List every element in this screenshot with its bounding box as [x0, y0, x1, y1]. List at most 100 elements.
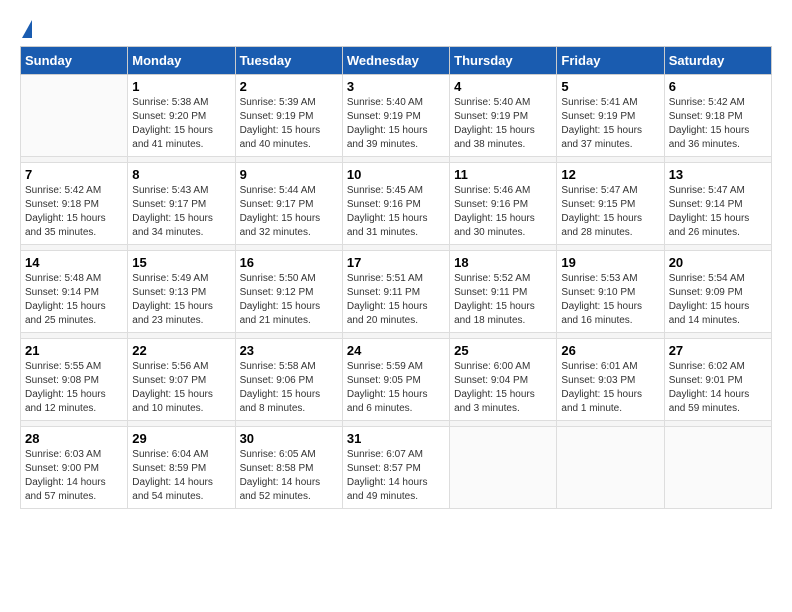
column-header-monday: Monday	[128, 47, 235, 75]
calendar-week-row: 14Sunrise: 5:48 AM Sunset: 9:14 PM Dayli…	[21, 251, 772, 333]
day-info: Sunrise: 6:00 AM Sunset: 9:04 PM Dayligh…	[454, 360, 552, 416]
day-info: Sunrise: 6:03 AM Sunset: 9:00 PM Dayligh…	[25, 448, 123, 504]
day-number: 4	[454, 79, 552, 94]
calendar-day-cell: 3 Sunrise: 5:40 AM Sunset: 9:19 PM Daylig…	[342, 75, 449, 157]
day-info: Sunrise: 5:40 AM Sunset: 9:19 PM Dayligh…	[454, 96, 552, 152]
calendar-day-cell: 4 Sunrise: 5:40 AM Sunset: 9:19 PM Daylig…	[450, 75, 557, 157]
calendar-table: SundayMondayTuesdayWednesdayThursdayFrid…	[20, 46, 772, 509]
calendar-day-cell: 11 Sunrise: 5:46 AM Sunset: 9:16 PM Dayli…	[450, 163, 557, 245]
calendar-day-cell: 7 Sunrise: 5:42 AM Sunset: 9:18 PM Daylig…	[21, 163, 128, 245]
column-header-tuesday: Tuesday	[235, 47, 342, 75]
day-number: 10	[347, 167, 445, 182]
logo-icon	[22, 20, 32, 38]
day-info: Sunrise: 5:55 AM Sunset: 9:08 PM Dayligh…	[25, 360, 123, 416]
calendar-day-cell: 2 Sunrise: 5:39 AM Sunset: 9:19 PM Daylig…	[235, 75, 342, 157]
day-info: Sunrise: 5:47 AM Sunset: 9:14 PM Dayligh…	[669, 184, 767, 240]
day-info: Sunrise: 6:04 AM Sunset: 8:59 PM Dayligh…	[132, 448, 230, 504]
calendar-day-cell: 13 Sunrise: 5:47 AM Sunset: 9:14 PM Dayli…	[664, 163, 771, 245]
calendar-day-cell: 29 Sunrise: 6:04 AM Sunset: 8:59 PM Dayli…	[128, 427, 235, 509]
day-number: 30	[240, 431, 338, 446]
calendar-day-cell: 22 Sunrise: 5:56 AM Sunset: 9:07 PM Dayli…	[128, 339, 235, 421]
calendar-day-cell: 6 Sunrise: 5:42 AM Sunset: 9:18 PM Daylig…	[664, 75, 771, 157]
calendar-day-cell: 17 Sunrise: 5:51 AM Sunset: 9:11 PM Dayli…	[342, 251, 449, 333]
day-number: 1	[132, 79, 230, 94]
calendar-day-cell: 30 Sunrise: 6:05 AM Sunset: 8:58 PM Dayli…	[235, 427, 342, 509]
day-number: 18	[454, 255, 552, 270]
calendar-day-cell: 16Sunrise: 5:50 AM Sunset: 9:12 PM Dayli…	[235, 251, 342, 333]
day-info: Sunrise: 5:56 AM Sunset: 9:07 PM Dayligh…	[132, 360, 230, 416]
day-info: Sunrise: 5:59 AM Sunset: 9:05 PM Dayligh…	[347, 360, 445, 416]
day-info: Sunrise: 5:42 AM Sunset: 9:18 PM Dayligh…	[669, 96, 767, 152]
calendar-day-cell: 26 Sunrise: 6:01 AM Sunset: 9:03 PM Dayli…	[557, 339, 664, 421]
calendar-day-cell	[664, 427, 771, 509]
calendar-day-cell: 23 Sunrise: 5:58 AM Sunset: 9:06 PM Dayli…	[235, 339, 342, 421]
day-number: 8	[132, 167, 230, 182]
day-number: 17	[347, 255, 445, 270]
day-info: Sunrise: 5:39 AM Sunset: 9:19 PM Dayligh…	[240, 96, 338, 152]
day-info: Sunrise: 5:53 AM Sunset: 9:10 PM Dayligh…	[561, 272, 659, 328]
day-info: Sunrise: 6:07 AM Sunset: 8:57 PM Dayligh…	[347, 448, 445, 504]
calendar-week-row: 28Sunrise: 6:03 AM Sunset: 9:00 PM Dayli…	[21, 427, 772, 509]
day-info: Sunrise: 5:46 AM Sunset: 9:16 PM Dayligh…	[454, 184, 552, 240]
day-number: 31	[347, 431, 445, 446]
day-info: Sunrise: 5:44 AM Sunset: 9:17 PM Dayligh…	[240, 184, 338, 240]
day-info: Sunrise: 5:43 AM Sunset: 9:17 PM Dayligh…	[132, 184, 230, 240]
column-header-saturday: Saturday	[664, 47, 771, 75]
day-number: 24	[347, 343, 445, 358]
day-number: 5	[561, 79, 659, 94]
day-number: 13	[669, 167, 767, 182]
day-number: 26	[561, 343, 659, 358]
day-number: 6	[669, 79, 767, 94]
day-number: 22	[132, 343, 230, 358]
day-info: Sunrise: 5:45 AM Sunset: 9:16 PM Dayligh…	[347, 184, 445, 240]
logo	[20, 20, 32, 36]
day-info: Sunrise: 5:58 AM Sunset: 9:06 PM Dayligh…	[240, 360, 338, 416]
day-info: Sunrise: 5:51 AM Sunset: 9:11 PM Dayligh…	[347, 272, 445, 328]
calendar-week-row: 21 Sunrise: 5:55 AM Sunset: 9:08 PM Dayli…	[21, 339, 772, 421]
day-info: Sunrise: 6:01 AM Sunset: 9:03 PM Dayligh…	[561, 360, 659, 416]
calendar-day-cell	[21, 75, 128, 157]
calendar-day-cell: 10 Sunrise: 5:45 AM Sunset: 9:16 PM Dayli…	[342, 163, 449, 245]
calendar-day-cell: 5 Sunrise: 5:41 AM Sunset: 9:19 PM Daylig…	[557, 75, 664, 157]
calendar-day-cell	[450, 427, 557, 509]
day-number: 19	[561, 255, 659, 270]
day-info: Sunrise: 5:54 AM Sunset: 9:09 PM Dayligh…	[669, 272, 767, 328]
day-number: 11	[454, 167, 552, 182]
calendar-day-cell: 28Sunrise: 6:03 AM Sunset: 9:00 PM Dayli…	[21, 427, 128, 509]
day-number: 16	[240, 255, 338, 270]
day-info: Sunrise: 5:38 AM Sunset: 9:20 PM Dayligh…	[132, 96, 230, 152]
calendar-day-cell: 19 Sunrise: 5:53 AM Sunset: 9:10 PM Dayli…	[557, 251, 664, 333]
column-header-sunday: Sunday	[21, 47, 128, 75]
day-number: 3	[347, 79, 445, 94]
day-info: Sunrise: 5:52 AM Sunset: 9:11 PM Dayligh…	[454, 272, 552, 328]
day-number: 2	[240, 79, 338, 94]
calendar-day-cell: 12Sunrise: 5:47 AM Sunset: 9:15 PM Dayli…	[557, 163, 664, 245]
day-info: Sunrise: 6:02 AM Sunset: 9:01 PM Dayligh…	[669, 360, 767, 416]
calendar-day-cell: 24 Sunrise: 5:59 AM Sunset: 9:05 PM Dayli…	[342, 339, 449, 421]
calendar-day-cell: 9Sunrise: 5:44 AM Sunset: 9:17 PM Daylig…	[235, 163, 342, 245]
day-info: Sunrise: 5:40 AM Sunset: 9:19 PM Dayligh…	[347, 96, 445, 152]
calendar-header-row: SundayMondayTuesdayWednesdayThursdayFrid…	[21, 47, 772, 75]
day-info: Sunrise: 5:42 AM Sunset: 9:18 PM Dayligh…	[25, 184, 123, 240]
day-number: 29	[132, 431, 230, 446]
day-number: 23	[240, 343, 338, 358]
day-info: Sunrise: 5:41 AM Sunset: 9:19 PM Dayligh…	[561, 96, 659, 152]
calendar-day-cell: 14Sunrise: 5:48 AM Sunset: 9:14 PM Dayli…	[21, 251, 128, 333]
day-info: Sunrise: 5:49 AM Sunset: 9:13 PM Dayligh…	[132, 272, 230, 328]
column-header-friday: Friday	[557, 47, 664, 75]
calendar-day-cell: 8 Sunrise: 5:43 AM Sunset: 9:17 PM Daylig…	[128, 163, 235, 245]
day-number: 7	[25, 167, 123, 182]
calendar-week-row: 1 Sunrise: 5:38 AM Sunset: 9:20 PM Daylig…	[21, 75, 772, 157]
calendar-day-cell: 20Sunrise: 5:54 AM Sunset: 9:09 PM Dayli…	[664, 251, 771, 333]
column-header-wednesday: Wednesday	[342, 47, 449, 75]
calendar-day-cell: 1 Sunrise: 5:38 AM Sunset: 9:20 PM Daylig…	[128, 75, 235, 157]
day-number: 14	[25, 255, 123, 270]
calendar-day-cell	[557, 427, 664, 509]
day-info: Sunrise: 6:05 AM Sunset: 8:58 PM Dayligh…	[240, 448, 338, 504]
calendar-day-cell: 15Sunrise: 5:49 AM Sunset: 9:13 PM Dayli…	[128, 251, 235, 333]
page-header	[20, 20, 772, 36]
day-number: 12	[561, 167, 659, 182]
column-header-thursday: Thursday	[450, 47, 557, 75]
day-number: 21	[25, 343, 123, 358]
calendar-day-cell: 31 Sunrise: 6:07 AM Sunset: 8:57 PM Dayli…	[342, 427, 449, 509]
